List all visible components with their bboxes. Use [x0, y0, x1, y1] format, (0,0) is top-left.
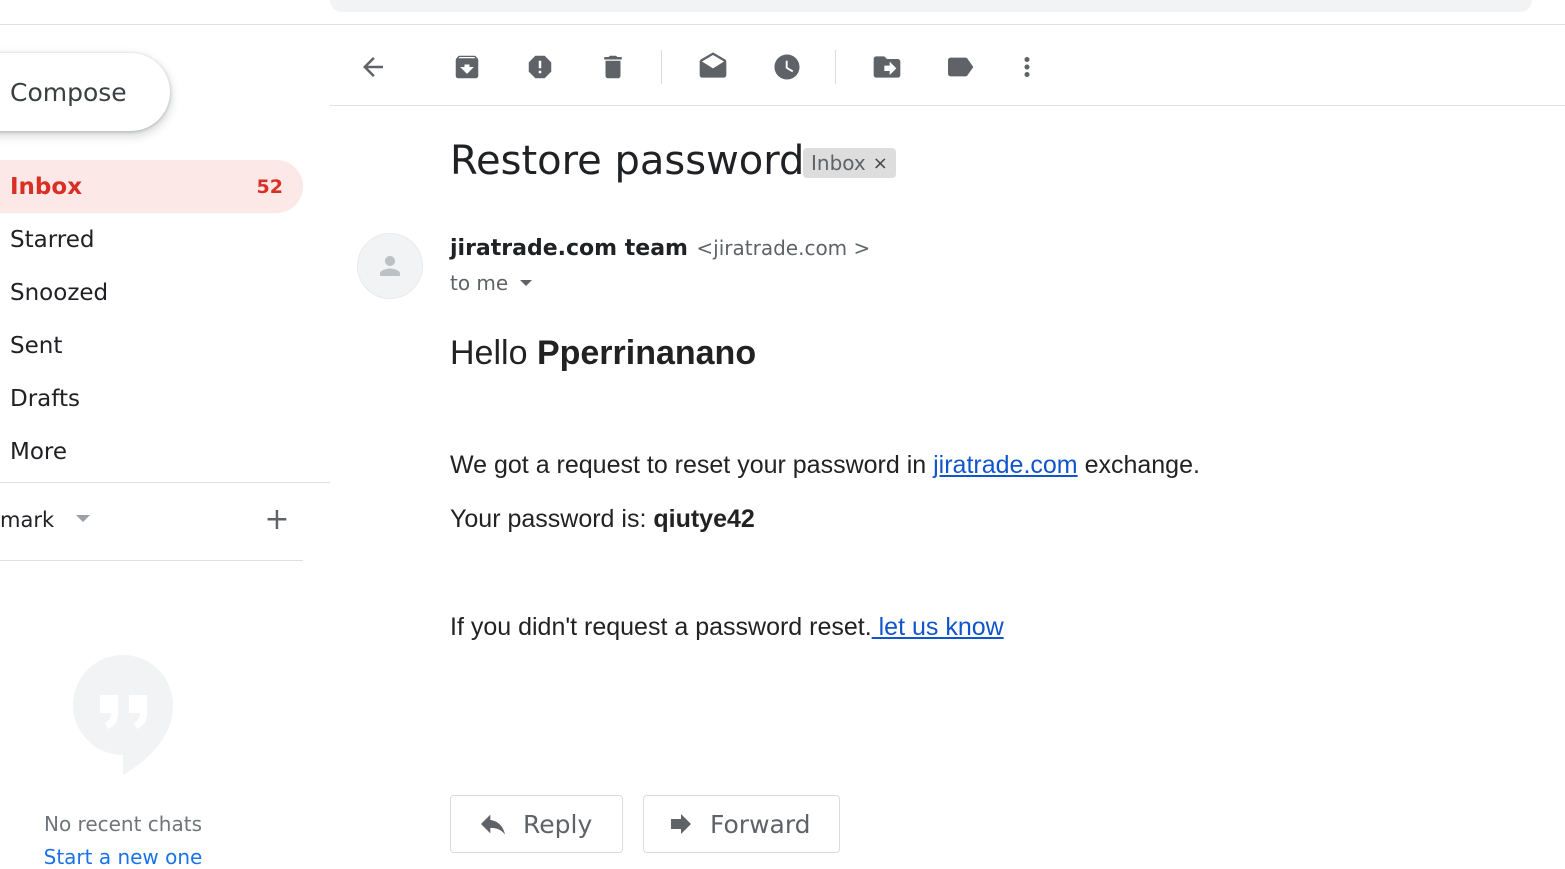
toolbar-divider: [661, 50, 662, 84]
sidebar-item-label: Drafts: [10, 385, 80, 412]
sender-name[interactable]: jiratrade.com team: [450, 236, 688, 261]
chevron-down-icon: [76, 514, 91, 522]
snooze-icon[interactable]: [768, 48, 806, 86]
line1-text: We got a request to reset your password …: [450, 451, 934, 479]
toolbar-divider: [835, 50, 836, 84]
sidebar-item-starred[interactable]: Starred: [0, 213, 303, 266]
report-spam-icon[interactable]: [521, 48, 559, 86]
sidebar-nav: Inbox 52 Starred Snoozed Sent Drafts Mor…: [0, 160, 303, 478]
toolbar-divider: [330, 105, 1565, 106]
caret-down-icon: [520, 280, 533, 286]
let-us-know-link[interactable]: let us know: [872, 613, 1004, 641]
sender-info: jiratrade.com team <jiratrade.com >: [450, 236, 870, 261]
label-chip-text: Inbox: [811, 151, 866, 175]
sidebar-divider: [0, 482, 330, 483]
account-label: mark: [0, 508, 55, 532]
label-icon[interactable]: [941, 48, 979, 86]
sidebar-item-label: Starred: [10, 226, 95, 253]
archive-icon[interactable]: [448, 48, 486, 86]
sidebar-item-label: More: [10, 438, 68, 465]
header-divider: [0, 24, 1565, 25]
greeting-text: Hello: [450, 334, 528, 372]
sidebar-item-label: Inbox: [10, 173, 83, 200]
mark-unread-icon[interactable]: [694, 48, 732, 86]
sidebar-item-sent[interactable]: Sent: [0, 319, 303, 372]
forward-button[interactable]: Forward: [643, 795, 840, 853]
sidebar-item-label: Snoozed: [10, 279, 109, 306]
inbox-label-chip: Inbox ×: [803, 148, 896, 178]
recipients-label: to me: [450, 271, 509, 295]
email-subject: Restore password: [450, 138, 805, 184]
delete-icon[interactable]: [594, 48, 632, 86]
move-to-icon[interactable]: [868, 48, 906, 86]
reset-request-line: We got a request to reset your password …: [450, 451, 1200, 480]
account-switcher[interactable]: mark: [0, 500, 303, 540]
password-line: Your password is: qiutye42: [450, 505, 755, 534]
reply-button[interactable]: Reply: [450, 795, 623, 853]
compose-button[interactable]: Compose: [0, 53, 170, 131]
sidebar-divider: [0, 560, 303, 561]
recipients-toggle[interactable]: to me: [450, 271, 533, 295]
site-link[interactable]: jiratrade.com: [933, 451, 1078, 479]
sidebar-item-inbox[interactable]: Inbox 52: [0, 160, 303, 213]
more-vert-icon[interactable]: [1008, 48, 1046, 86]
hangouts-quote-icon: [73, 655, 173, 775]
password-label: Your password is:: [450, 505, 654, 533]
no-chats-text: No recent chats: [43, 812, 202, 836]
unread-count: 52: [256, 175, 283, 198]
back-arrow-icon[interactable]: [354, 48, 392, 86]
notice-text: If you didn't request a password reset.: [450, 613, 872, 641]
remove-label-button[interactable]: ×: [873, 153, 888, 174]
password-value: qiutye42: [653, 505, 755, 533]
sidebar-item-more[interactable]: More: [0, 425, 303, 478]
add-chat-button[interactable]: +: [262, 505, 292, 535]
sidebar-item-label: Sent: [10, 332, 63, 359]
reply-icon: [477, 808, 509, 840]
sidebar-item-snoozed[interactable]: Snoozed: [0, 266, 303, 319]
search-bar[interactable]: [330, 0, 1532, 12]
reply-label: Reply: [523, 809, 593, 839]
sender-avatar: [357, 233, 423, 299]
line1-suffix: exchange.: [1077, 451, 1200, 479]
notice-line: If you didn't request a password reset. …: [450, 613, 1004, 642]
start-chat-link[interactable]: Start a new one: [0, 845, 246, 869]
greeting-name: Pperrinanano: [536, 334, 757, 372]
sender-email: <jiratrade.com >: [696, 236, 871, 260]
forward-icon: [666, 809, 696, 839]
sidebar-item-drafts[interactable]: Drafts: [0, 372, 303, 425]
forward-label: Forward: [710, 809, 811, 839]
person-icon: [380, 256, 400, 276]
greeting: Hello Pperrinanano: [450, 334, 756, 373]
